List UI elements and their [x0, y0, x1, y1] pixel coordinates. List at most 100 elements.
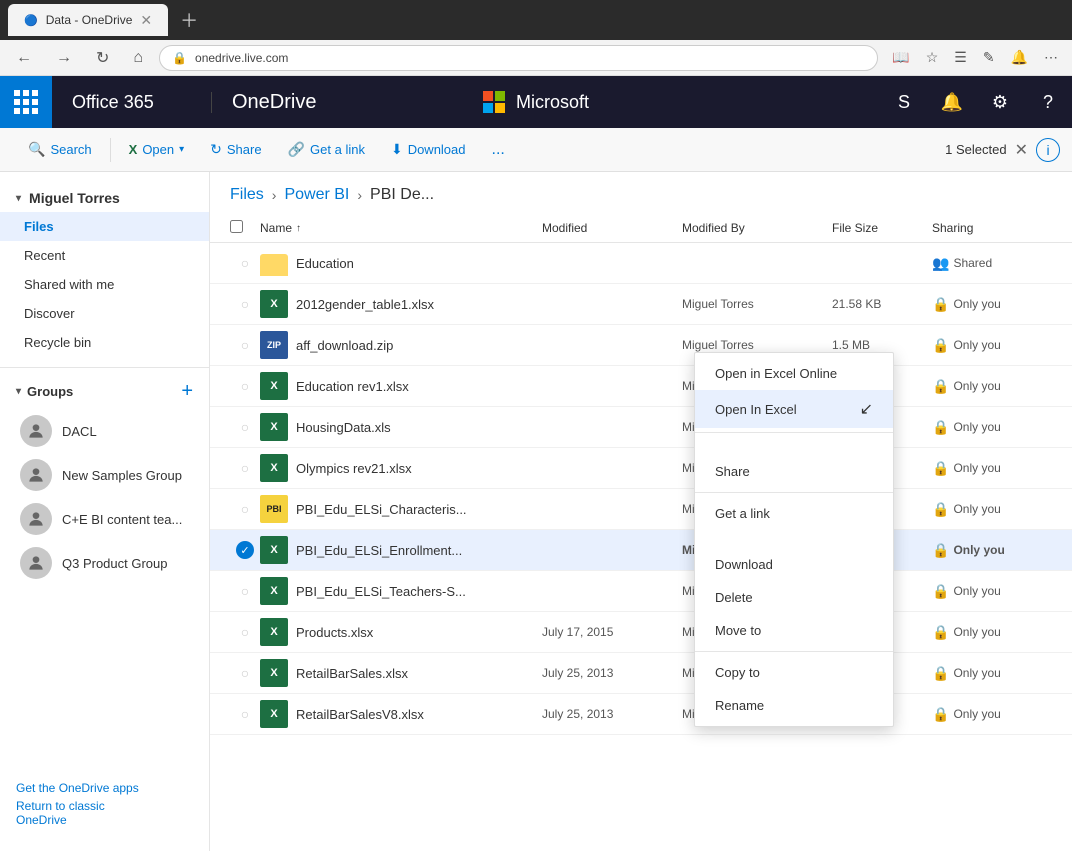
- groups-header-toggle[interactable]: ▾ Groups: [16, 384, 181, 399]
- tools-button[interactable]: ✎: [977, 45, 1001, 70]
- files-label: Files: [24, 219, 54, 234]
- ctx-rename[interactable]: Move to: [695, 614, 893, 647]
- waffle-button[interactable]: [0, 76, 52, 128]
- share-button[interactable]: ↻ Share: [198, 135, 273, 164]
- row-check-4[interactable]: ○: [230, 419, 260, 435]
- ctx-open-in-excel[interactable]: Open In Excel ↙: [695, 390, 893, 428]
- ctx-get-link[interactable]: Share: [695, 455, 893, 488]
- row-check-10[interactable]: ○: [230, 665, 260, 681]
- address-text: onedrive.live.com: [195, 51, 288, 65]
- user-item[interactable]: ▾ Miguel Torres: [0, 184, 209, 212]
- info-button[interactable]: i: [1036, 138, 1060, 162]
- table-row[interactable]: ○ X RetailBarSales.xlsx July 25, 2013 Mi…: [210, 653, 1072, 694]
- header-modified-by[interactable]: Modified By: [682, 221, 832, 235]
- table-row[interactable]: ○ Education 👥 Shared: [210, 243, 1072, 284]
- header-name[interactable]: Name ↑: [260, 221, 542, 235]
- row-check-11[interactable]: ○: [230, 706, 260, 722]
- header-sharing[interactable]: Sharing: [932, 221, 1052, 235]
- open-button[interactable]: X Open ▾: [117, 136, 197, 163]
- deselect-button[interactable]: ✕: [1015, 140, 1028, 160]
- ctx-sep-2: [695, 492, 893, 493]
- tab-title: Data - OneDrive: [46, 13, 133, 27]
- table-row[interactable]: ○ X Products.xlsx July 17, 2015 Miguel T…: [210, 612, 1072, 653]
- settings-button[interactable]: ⚙: [976, 76, 1024, 128]
- row-check-6[interactable]: ○: [230, 501, 260, 517]
- table-row[interactable]: ○ X RetailBarSalesV8.xlsx July 25, 2013 …: [210, 694, 1072, 735]
- header-size[interactable]: File Size: [832, 221, 932, 235]
- more-options-button[interactable]: ...: [480, 135, 517, 165]
- notifications-button[interactable]: 🔔: [928, 76, 976, 128]
- office-brand: Office 365: [52, 92, 212, 113]
- home-button[interactable]: ⌂: [125, 45, 151, 71]
- groups-chevron-icon: ▾: [16, 386, 21, 397]
- table-row[interactable]: ○ X Education rev1.xlsx Miguel Torres 32…: [210, 366, 1072, 407]
- help-button[interactable]: ?: [1024, 76, 1072, 128]
- ctx-copy-to[interactable]: Delete: [695, 581, 893, 614]
- group-item-q3[interactable]: Q3 Product Group: [0, 541, 209, 585]
- row-check-2[interactable]: ○: [230, 337, 260, 353]
- more-button[interactable]: ⋯: [1038, 45, 1064, 70]
- breadcrumb-sep-1: ›: [272, 187, 277, 203]
- ctx-download[interactable]: Get a link: [695, 497, 893, 530]
- menu-button[interactable]: ☰: [948, 45, 973, 70]
- content-area: Files › Power BI › PBI De... Name ↑ Modi…: [210, 172, 1072, 851]
- row-check-7[interactable]: ✓: [230, 541, 260, 559]
- add-group-button[interactable]: +: [181, 380, 193, 403]
- star-button[interactable]: ☆: [920, 45, 945, 70]
- forward-button[interactable]: →: [48, 45, 80, 71]
- file-date-11: July 25, 2013: [542, 707, 682, 721]
- table-row[interactable]: ○ X 2012gender_table1.xlsx Miguel Torres…: [210, 284, 1072, 325]
- group-item-new-samples[interactable]: New Samples Group: [0, 453, 209, 497]
- address-bar[interactable]: 🔒 onedrive.live.com: [159, 45, 878, 71]
- ctx-move-to[interactable]: Download: [695, 548, 893, 581]
- bookmarks-button[interactable]: 📖: [886, 45, 915, 70]
- ctx-share[interactable]: [695, 437, 893, 455]
- row-check-1[interactable]: ○: [230, 296, 260, 312]
- sidebar-item-files[interactable]: Files: [0, 212, 209, 241]
- row-check-9[interactable]: ○: [230, 624, 260, 640]
- row-check-0[interactable]: ○: [230, 255, 260, 271]
- row-check-5[interactable]: ○: [230, 460, 260, 476]
- skype-button[interactable]: S: [880, 76, 928, 128]
- header-date[interactable]: Modified: [542, 221, 682, 235]
- sidebar: ▾ Miguel Torres Files Recent Shared with…: [0, 172, 210, 851]
- download-button[interactable]: ⬇ Download: [379, 135, 478, 164]
- sidebar-item-recycle[interactable]: Recycle bin: [0, 328, 209, 357]
- classic-link[interactable]: Return to classicOneDrive: [16, 799, 193, 827]
- group-item-dacl[interactable]: DACL: [0, 409, 209, 453]
- back-button[interactable]: ←: [8, 45, 40, 71]
- tab-close-button[interactable]: ✕: [140, 12, 152, 29]
- table-row[interactable]: ○ PBI PBI_Edu_ELSi_Characteris... Miguel…: [210, 489, 1072, 530]
- row-check-8[interactable]: ○: [230, 583, 260, 599]
- refresh-button[interactable]: ↻: [88, 44, 117, 72]
- table-row[interactable]: ○ ZIP aff_download.zip Miguel Torres 1.5…: [210, 325, 1072, 366]
- new-tab-button[interactable]: ＋: [180, 7, 198, 33]
- sidebar-item-recent[interactable]: Recent: [0, 241, 209, 270]
- table-row[interactable]: ○ X HousingData.xls Miguel Torres 1.6 MB…: [210, 407, 1072, 448]
- group-item-cebi[interactable]: C+E BI content tea...: [0, 497, 209, 541]
- header-check[interactable]: [230, 220, 260, 236]
- breadcrumb-files[interactable]: Files: [230, 186, 264, 204]
- extensions-button[interactable]: 🔔: [1005, 45, 1034, 70]
- sidebar-item-shared[interactable]: Shared with me: [0, 270, 209, 299]
- table-row-selected[interactable]: ✓ X PBI_Edu_ELSi_Enrollment... Miguel To…: [210, 530, 1072, 571]
- ctx-details[interactable]: Rename: [695, 689, 893, 722]
- file-sharing-4: 🔒Only you: [932, 419, 1052, 436]
- sidebar-item-discover[interactable]: Discover: [0, 299, 209, 328]
- file-name-4: HousingData.xls: [296, 420, 542, 435]
- cursor-icon: ↙: [860, 399, 873, 419]
- browser-tab-active[interactable]: 🔵 Data - OneDrive ✕: [8, 4, 168, 36]
- ctx-delete[interactable]: [695, 530, 893, 548]
- table-row[interactable]: ○ X Olympics rev21.xlsx Miguel Torres 2.…: [210, 448, 1072, 489]
- breadcrumb-powerbi[interactable]: Power BI: [284, 186, 349, 204]
- search-toolbar-button[interactable]: 🔍 Search: [16, 135, 104, 164]
- ctx-version-history[interactable]: Copy to: [695, 656, 893, 689]
- table-row[interactable]: ○ X PBI_Edu_ELSi_Teachers-S... Miguel To…: [210, 571, 1072, 612]
- get-link-button[interactable]: 🔗 Get a link: [276, 135, 377, 164]
- get-apps-link[interactable]: Get the OneDrive apps: [16, 781, 193, 795]
- lock-icon-10: 🔒: [932, 665, 949, 682]
- ctx-open-excel-online[interactable]: Open in Excel Online: [695, 357, 893, 390]
- row-check-3[interactable]: ○: [230, 378, 260, 394]
- select-all-checkbox[interactable]: [230, 220, 243, 233]
- breadcrumb-sep-2: ›: [357, 187, 362, 203]
